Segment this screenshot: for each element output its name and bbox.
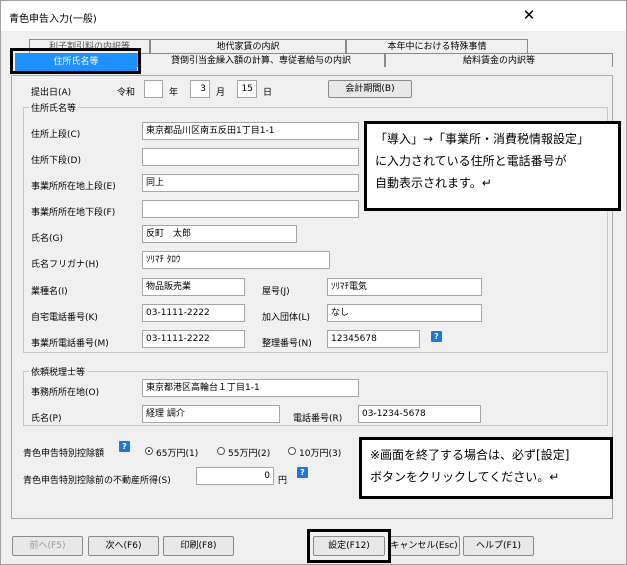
tab-land-rent[interactable]: 地代家賃の内訳 bbox=[150, 39, 346, 53]
shop-name-input[interactable]: ｿﾘﾏﾁ電気 bbox=[327, 278, 482, 296]
home-phone-label: 自宅電話番号(K) bbox=[31, 313, 98, 323]
filing-date-label: 提出日(A) bbox=[31, 88, 72, 98]
month-input[interactable]: 3 bbox=[190, 80, 210, 98]
month-unit: 月 bbox=[216, 88, 226, 98]
home-phone-input[interactable]: 03-1111-2222 bbox=[142, 304, 245, 322]
deduction-help-icon[interactable]: ? bbox=[119, 441, 130, 452]
deduction-option-10[interactable]: 10万円(3) bbox=[299, 446, 341, 459]
furigana-label: 氏名フリガナ(H) bbox=[31, 260, 99, 270]
callout-auto-display-line: 「導入」→「事業所・消費税情報設定」 bbox=[375, 132, 590, 146]
highlight-active-tab bbox=[10, 48, 141, 74]
dialog-window: 青色申告入力(一般) ✕ 利子割引料の内訳等 地代家賃の内訳 本年中における特殊… bbox=[0, 0, 627, 565]
association-input[interactable]: なし bbox=[327, 304, 482, 322]
year-input[interactable] bbox=[144, 80, 163, 98]
ref-number-help-icon[interactable]: ? bbox=[431, 331, 442, 342]
real-estate-label: 青色申告特別控除前の不動産所得(S) bbox=[23, 476, 171, 486]
accountant-phone-input[interactable]: 03-1234-5678 bbox=[358, 405, 481, 423]
address-upper-input[interactable]: 東京都品川区南五反田1丁目1-1 bbox=[142, 122, 359, 140]
tab-special-circumstances[interactable]: 本年中における特殊事情 bbox=[346, 39, 528, 53]
day-unit: 日 bbox=[263, 88, 273, 98]
office-lower-label: 事業所所在地下段(F) bbox=[31, 208, 116, 218]
shop-name-label: 屋号(J) bbox=[262, 287, 290, 297]
deduction-option-55[interactable]: 55万円(2) bbox=[228, 446, 270, 459]
name-label: 氏名(G) bbox=[31, 234, 63, 244]
office-upper-input[interactable]: 同上 bbox=[142, 174, 359, 192]
real-estate-help-icon[interactable]: ? bbox=[297, 467, 308, 478]
deduction-radio-10[interactable] bbox=[288, 447, 296, 455]
furigana-input[interactable]: ｿﾘﾏﾁ ﾀﾛｳ bbox=[142, 251, 330, 269]
era-label: 令和 bbox=[117, 88, 136, 98]
callout-auto-display-line: に入力されている住所と電話番号が bbox=[375, 154, 567, 168]
tab-bad-debt-allowance[interactable]: 貸倒引当金繰入額の計算、専従者給与の内訳 bbox=[137, 53, 385, 67]
tab-wages-breakdown[interactable]: 給料賃金の内訳等 bbox=[385, 53, 613, 67]
close-icon[interactable]: ✕ bbox=[520, 6, 538, 24]
business-input[interactable]: 物品販売業 bbox=[142, 278, 245, 296]
business-label: 業種名(I) bbox=[31, 287, 68, 297]
deduction-label: 青色申告特別控除額 bbox=[23, 449, 105, 459]
callout-settings-note-line: ※画面を終了する場合は、必ず[設定] bbox=[370, 448, 570, 462]
highlight-settings-button bbox=[307, 529, 391, 563]
day-input[interactable]: 15 bbox=[237, 80, 257, 98]
office-phone-label: 事業所電話番号(M) bbox=[31, 339, 109, 349]
deduction-option-65[interactable]: 65万円(1) bbox=[156, 446, 198, 459]
prev-button[interactable]: 前へ(F5) bbox=[12, 536, 83, 556]
office-phone-input[interactable]: 03-1111-2222 bbox=[142, 330, 245, 348]
title-bar: 青色申告入力(一般) ✕ bbox=[1, 1, 626, 31]
accountant-group-label: 依頼税理士等 bbox=[29, 365, 88, 378]
accountant-name-label: 氏名(P) bbox=[31, 414, 62, 424]
callout-auto-display-line: 自動表示されます。↵ bbox=[375, 176, 492, 190]
accountant-office-input[interactable]: 東京都港区高輪台１丁目1-1 bbox=[142, 379, 359, 397]
window-title: 青色申告入力(一般) bbox=[9, 14, 97, 25]
address-lower-label: 住所下段(D) bbox=[31, 156, 81, 166]
accountant-phone-label: 電話番号(R) bbox=[293, 414, 343, 424]
address-lower-input[interactable] bbox=[142, 148, 359, 166]
help-button[interactable]: ヘルプ(F1) bbox=[463, 536, 534, 556]
cancel-button[interactable]: キャンセル(Esc) bbox=[388, 536, 460, 556]
deduction-radio-55[interactable] bbox=[217, 447, 225, 455]
real-estate-input[interactable]: 0 bbox=[196, 467, 274, 485]
callout-auto-display: 「導入」→「事業所・消費税情報設定」 に入力されている住所と電話番号が 自動表示… bbox=[364, 121, 621, 211]
office-lower-input[interactable] bbox=[142, 200, 359, 218]
callout-settings-note: ※画面を終了する場合は、必ず[設定] ボタンをクリックしてください。↵ bbox=[359, 437, 613, 499]
address-upper-label: 住所上段(C) bbox=[31, 130, 81, 140]
name-input[interactable]: 反町 太郎 bbox=[142, 225, 297, 243]
taxpayer-group-label: 住所氏名等 bbox=[29, 101, 79, 114]
deduction-radio-65[interactable] bbox=[145, 447, 153, 455]
accountant-name-input[interactable]: 経理 調介 bbox=[142, 405, 280, 423]
accountant-office-label: 事務所所在地(O) bbox=[31, 388, 100, 398]
callout-settings-note-line: ボタンをクリックしてください。↵ bbox=[370, 470, 560, 484]
next-button[interactable]: 次へ(F6) bbox=[88, 536, 159, 556]
print-button[interactable]: 印刷(F8) bbox=[163, 536, 234, 556]
ref-number-input[interactable]: 12345678 bbox=[327, 330, 420, 348]
real-estate-unit: 円 bbox=[278, 476, 288, 486]
year-unit: 年 bbox=[169, 88, 179, 98]
fiscal-period-button[interactable]: 会計期間(B) bbox=[328, 80, 412, 98]
office-upper-label: 事業所所在地上段(E) bbox=[31, 182, 116, 192]
ref-number-label: 整理番号(N) bbox=[262, 339, 312, 349]
association-label: 加入団体(L) bbox=[262, 313, 311, 323]
